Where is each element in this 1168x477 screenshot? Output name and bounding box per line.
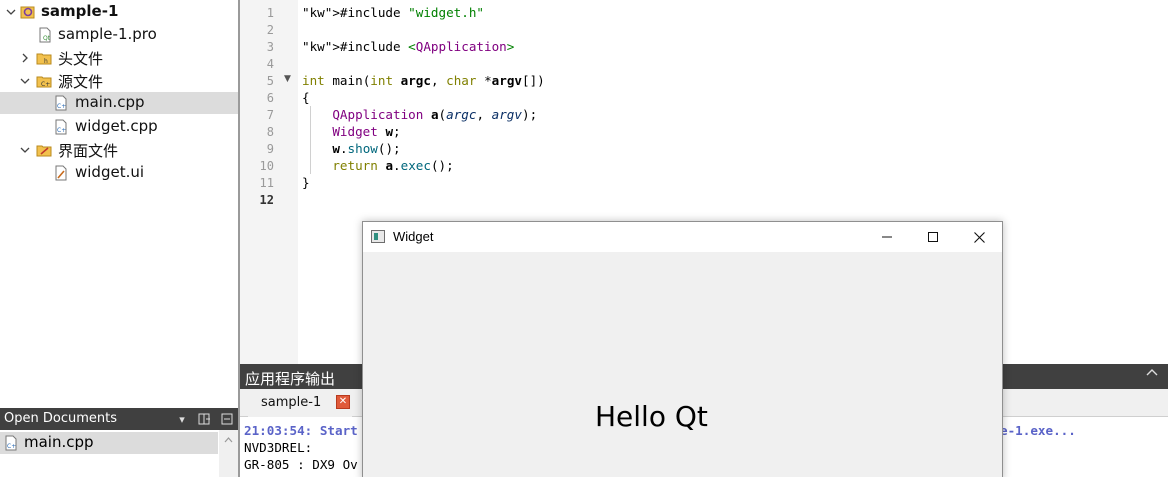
split-icon[interactable]	[196, 408, 212, 430]
svg-text:Qt: Qt	[43, 35, 51, 42]
fold-marker-icon[interactable]: ▼	[284, 74, 291, 84]
svg-text:C+: C+	[57, 103, 66, 110]
window-app-icon	[371, 230, 385, 243]
line-number: 4	[266, 57, 274, 71]
window-title: Widget	[393, 229, 434, 244]
qt-project-file-icon: Qt	[37, 27, 53, 43]
close-window-icon[interactable]	[956, 222, 1002, 252]
open-documents-title: Open Documents	[4, 411, 117, 426]
svg-text:C+: C+	[57, 127, 66, 134]
indent-guide	[310, 106, 311, 174]
svg-text:C+: C+	[7, 443, 16, 450]
cpp-file-icon: C+	[53, 119, 69, 135]
code-line[interactable]: return a.exec();	[302, 158, 453, 175]
open-document-label: main.cpp	[24, 433, 94, 451]
code-line[interactable]: QApplication a(argc, argv);	[302, 107, 537, 124]
open-documents-header: Open Documents ▾	[0, 408, 238, 430]
window-titlebar[interactable]: Widget	[363, 222, 1002, 252]
chevron-right-icon[interactable]	[18, 47, 32, 69]
chevron-down-icon[interactable]	[4, 1, 18, 23]
line-number: 7	[266, 108, 274, 122]
close-pane-icon[interactable]	[219, 408, 235, 430]
code-line[interactable]: int main(int argc, char *argv[])	[302, 73, 545, 90]
forms-folder-icon	[36, 142, 52, 158]
code-line[interactable]: w.show();	[302, 141, 400, 158]
line-number-gutter: 1 2 3 4 5 6 7 8 9 10 11 12 ▼	[240, 0, 298, 364]
tree-item-label: 源文件	[58, 73, 104, 91]
chevron-down-icon[interactable]	[18, 70, 32, 92]
open-document-item[interactable]: C+ main.cpp	[0, 432, 218, 454]
tree-item-label: 头文件	[58, 50, 104, 68]
svg-text:h: h	[44, 58, 48, 65]
open-documents-list[interactable]: C+ main.cpp	[0, 430, 238, 477]
code-line[interactable]: "kw">#include "widget.h"	[302, 5, 484, 22]
line-number: 9	[266, 142, 274, 156]
line-number: 3	[266, 40, 274, 54]
svg-text:C+: C+	[41, 81, 50, 88]
tree-item-label: sample-1.pro	[58, 25, 157, 43]
output-pane-title: 应用程序输出	[245, 370, 336, 388]
line-number-current: 12	[259, 193, 274, 207]
qt-project-icon	[20, 4, 36, 20]
tree-item-label: widget.ui	[75, 163, 145, 181]
ui-file-icon	[53, 165, 69, 181]
tree-item-main-cpp[interactable]: C+ main.cpp	[0, 92, 240, 114]
tab-label: sample-1	[261, 395, 322, 410]
dropdown-arrow-icon[interactable]: ▾	[174, 408, 190, 430]
code-line[interactable]: "kw">#include <QApplication>	[302, 39, 514, 56]
maximize-icon[interactable]	[910, 222, 956, 252]
line-number: 2	[266, 23, 274, 37]
tree-item-label: 界面文件	[58, 142, 119, 160]
cpp-file-icon: C+	[3, 435, 19, 451]
tree-item-label: main.cpp	[75, 93, 145, 111]
output-line: 21:03:54: Start	[244, 423, 358, 438]
tree-item-label: widget.cpp	[75, 117, 158, 135]
close-icon[interactable]: ✕	[336, 395, 350, 409]
line-number: 1	[266, 6, 274, 20]
output-line: GR-805 : DX9 Ov	[244, 457, 358, 472]
line-number: 5	[266, 74, 274, 88]
output-line-tail: e-1.exe...	[1000, 423, 1076, 438]
header-folder-icon: h	[36, 50, 52, 66]
line-number: 11	[259, 176, 274, 190]
tab-sample-1[interactable]: sample-1 ✕	[248, 389, 352, 417]
scroll-up-icon[interactable]	[219, 433, 238, 447]
widget-window[interactable]: Widget Hello Qt	[362, 221, 1003, 477]
chevron-down-icon[interactable]	[18, 139, 32, 161]
source-folder-icon: C+	[36, 73, 52, 89]
line-number: 10	[259, 159, 274, 173]
project-tree[interactable]: sample-1 Qt sample-1.pro h 头文件 C+ 源文件 C+…	[0, 0, 240, 406]
code-line[interactable]: Widget w;	[302, 124, 400, 141]
code-line[interactable]: }	[302, 175, 310, 192]
collapse-icon[interactable]	[1146, 367, 1158, 382]
line-number: 6	[266, 91, 274, 105]
line-number: 8	[266, 125, 274, 139]
output-line: NVD3DREL:	[244, 440, 313, 455]
cpp-file-icon: C+	[53, 95, 69, 111]
code-line[interactable]: {	[302, 90, 310, 107]
project-name: sample-1	[41, 2, 119, 20]
open-documents-scrollbar[interactable]	[219, 430, 238, 477]
minimize-icon[interactable]	[864, 222, 910, 252]
hello-label: Hello Qt	[595, 400, 708, 433]
